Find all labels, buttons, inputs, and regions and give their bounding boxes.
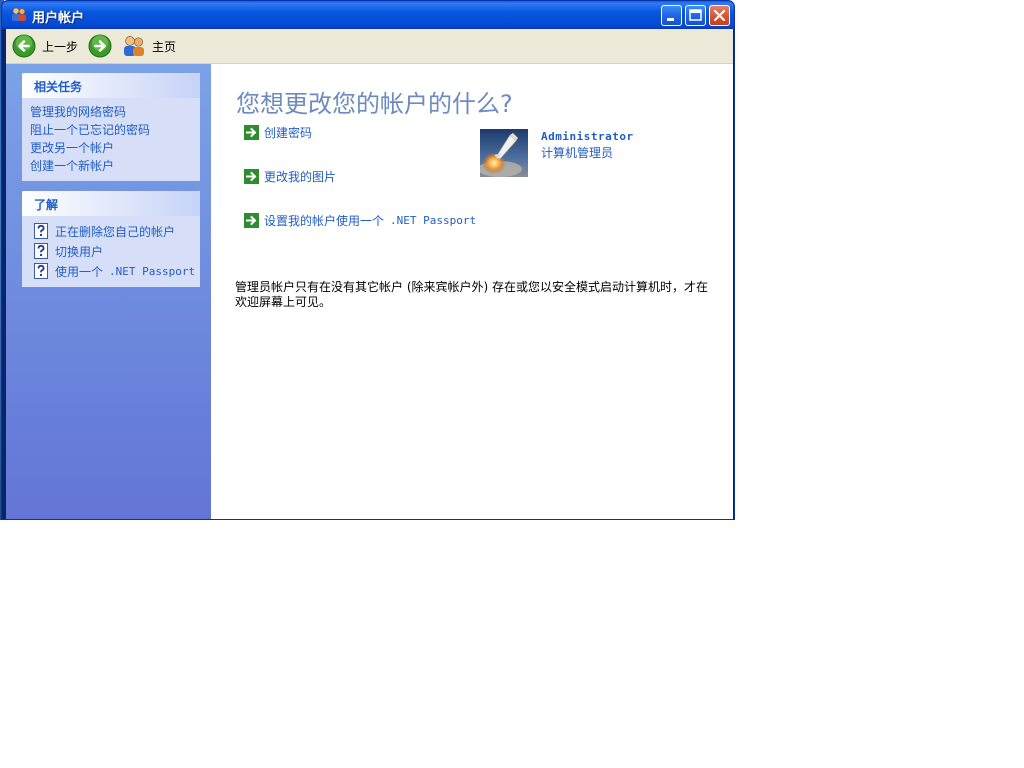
main-content: 您想更改您的帐户的什么? 创建密码 更改我的图片 设置我的帐户使用一个 .NET… bbox=[211, 64, 733, 519]
home-label: 主页 bbox=[152, 39, 177, 54]
green-arrow-icon bbox=[244, 213, 259, 228]
user-accounts-window: 用户帐户 上一步 主页 相关任务 管理我的网络密码 阻止一个已忘记的密码 更改另… bbox=[1, 0, 735, 520]
back-label: 上一步 bbox=[42, 39, 79, 54]
learn-switch-user-label: 切换用户 bbox=[55, 244, 104, 259]
learn-net-passport[interactable]: 使用一个 .NET Passport bbox=[22, 261, 200, 281]
close-button[interactable] bbox=[709, 5, 730, 26]
learn-deleting-own-account[interactable]: 正在删除您自己的帐户 bbox=[22, 221, 200, 241]
question-icon bbox=[34, 263, 48, 279]
setup-net-passport-option[interactable]: 设置我的帐户使用一个 .NET Passport bbox=[244, 212, 476, 229]
related-tasks-list: 管理我的网络密码 阻止一个已忘记的密码 更改另一个帐户 创建一个新帐户 bbox=[22, 98, 200, 181]
learn-about-list: 正在删除您自己的帐户 切换用户 使用一个 .NET Passport bbox=[22, 216, 200, 287]
change-picture-option[interactable]: 更改我的图片 bbox=[244, 168, 336, 185]
maximize-button[interactable] bbox=[685, 5, 706, 26]
task-create-new-account[interactable]: 创建一个新帐户 bbox=[22, 157, 200, 175]
maximize-icon bbox=[689, 9, 702, 21]
create-password-option[interactable]: 创建密码 bbox=[244, 124, 312, 141]
users-home-icon bbox=[124, 36, 144, 56]
task-change-another-account[interactable]: 更改另一个帐户 bbox=[22, 139, 200, 157]
task-pane: 相关任务 管理我的网络密码 阻止一个已忘记的密码 更改另一个帐户 创建一个新帐户… bbox=[6, 64, 211, 519]
minimize-icon bbox=[667, 18, 674, 21]
learn-net-passport-suffix: .NET Passport bbox=[109, 264, 196, 278]
back-button[interactable]: 上一步 bbox=[12, 33, 78, 59]
setup-net-passport-suffix: .NET Passport bbox=[390, 214, 477, 227]
home-button[interactable]: 主页 bbox=[122, 33, 176, 59]
forward-button[interactable] bbox=[88, 33, 112, 59]
admin-visibility-note: 管理员帐户只有在没有其它帐户 (除来宾帐户外) 存在或您以安全模式启动计算机时，… bbox=[235, 280, 708, 309]
space-shuttle-picture bbox=[480, 129, 528, 177]
close-icon bbox=[713, 9, 726, 22]
question-icon bbox=[34, 243, 48, 259]
navigation-toolbar: 上一步 主页 bbox=[6, 29, 733, 64]
change-picture-label: 更改我的图片 bbox=[264, 170, 337, 184]
learn-about-header[interactable]: 了解 bbox=[22, 191, 200, 216]
related-tasks-header[interactable]: 相关任务 bbox=[22, 73, 200, 98]
setup-net-passport-label: 设置我的帐户使用一个 bbox=[264, 214, 385, 228]
question-icon bbox=[34, 223, 48, 239]
minimize-button[interactable] bbox=[661, 5, 682, 26]
page-title: 您想更改您的帐户的什么? bbox=[236, 90, 513, 118]
title-bar[interactable]: 用户帐户 bbox=[2, 1, 734, 29]
green-arrow-icon bbox=[244, 125, 259, 140]
learn-net-passport-label: 使用一个 bbox=[55, 264, 104, 279]
learn-switch-user[interactable]: 切换用户 bbox=[22, 241, 200, 261]
learn-about-panel: 了解 正在删除您自己的帐户 切换用户 使用一个 .NET Passport bbox=[22, 191, 200, 287]
green-arrow-icon bbox=[244, 169, 259, 184]
forward-arrow-icon bbox=[88, 34, 112, 58]
window-title: 用户帐户 bbox=[32, 11, 85, 26]
learn-deleting-own-account-label: 正在删除您自己的帐户 bbox=[55, 224, 176, 239]
users-icon bbox=[12, 7, 26, 21]
back-arrow-icon bbox=[12, 34, 36, 58]
task-prevent-forgotten-password[interactable]: 阻止一个已忘记的密码 bbox=[22, 121, 200, 139]
account-name: Administrator bbox=[541, 130, 634, 143]
task-manage-network-passwords[interactable]: 管理我的网络密码 bbox=[22, 103, 200, 121]
create-password-label: 创建密码 bbox=[264, 126, 313, 140]
account-info: Administrator 计算机管理员 bbox=[541, 129, 634, 177]
account-card: Administrator 计算机管理员 bbox=[480, 129, 634, 177]
account-role: 计算机管理员 bbox=[541, 146, 614, 160]
related-tasks-panel: 相关任务 管理我的网络密码 阻止一个已忘记的密码 更改另一个帐户 创建一个新帐户 bbox=[22, 73, 200, 181]
